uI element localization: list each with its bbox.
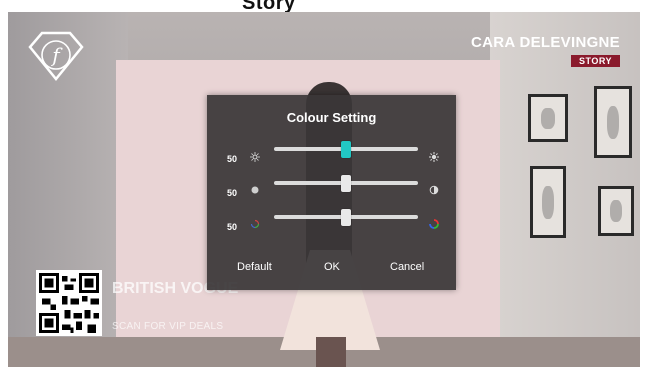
model-legs — [316, 337, 346, 367]
wall-picture — [528, 94, 568, 142]
program-title: CARA DELEVINGNE STORY — [471, 34, 620, 69]
color-high-icon — [429, 219, 439, 229]
wall-picture — [598, 186, 634, 236]
wall-picture — [594, 86, 632, 158]
contrast-high-icon — [429, 185, 439, 195]
slider-row-contrast: 50 — [207, 175, 456, 207]
program-name: CARA DELEVINGNE — [471, 34, 620, 51]
qr-code[interactable] — [36, 270, 102, 336]
brightness-slider-thumb[interactable] — [341, 141, 351, 158]
promo-subtitle: SCAN FOR VIP DEALS — [112, 321, 224, 332]
diamond-logo-icon: f — [28, 31, 84, 81]
ok-button[interactable]: OK — [324, 261, 340, 273]
dialog-title: Colour Setting — [286, 110, 377, 125]
qr-code-icon — [39, 273, 99, 333]
sun-large-icon — [429, 152, 439, 162]
saturation-slider-thumb[interactable] — [341, 209, 351, 226]
cancel-button[interactable]: Cancel — [390, 261, 424, 273]
top-cropped-caption: Story — [0, 0, 648, 14]
channel-logo: f — [28, 30, 84, 82]
wall-picture — [530, 166, 566, 238]
contrast-low-icon — [251, 186, 259, 194]
slider-value: 50 — [227, 222, 238, 232]
sun-small-icon — [250, 152, 260, 162]
slider-row-brightness: 50 — [207, 141, 456, 173]
slider-value: 50 — [227, 154, 238, 164]
contrast-slider-thumb[interactable] — [341, 175, 351, 192]
default-button[interactable]: Default — [237, 261, 272, 273]
colour-setting-dialog: Colour Setting 50 50 50 Default OK Cance… — [207, 95, 456, 290]
slider-row-saturation: 50 — [207, 209, 456, 241]
color-low-icon — [250, 219, 260, 229]
logo-letter: f — [50, 43, 63, 67]
program-tag: STORY — [570, 55, 620, 67]
slider-value: 50 — [227, 188, 238, 198]
